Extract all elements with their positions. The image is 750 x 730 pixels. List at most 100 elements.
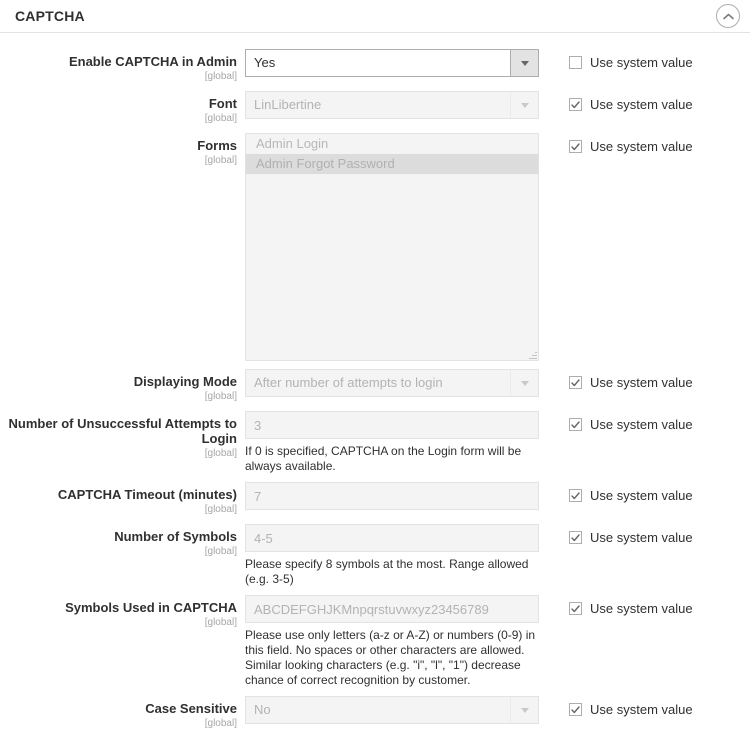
resize-handle-icon[interactable] (528, 350, 537, 359)
use-system-value-label: Use system value (590, 55, 693, 70)
select-value: After number of attempts to login (254, 375, 443, 390)
captcha-settings-section: CAPTCHA Enable CAPTCHA in Admin [global] Y… (0, 0, 750, 729)
use-system-value-toggle-4[interactable]: Use system value (569, 417, 693, 432)
field-label-col: Forms [global] (0, 133, 245, 167)
list-item: Admin Forgot Password (246, 154, 538, 174)
checkbox-icon[interactable] (569, 418, 582, 431)
checkbox-icon[interactable] (569, 602, 582, 615)
field-scope: [global] (204, 448, 237, 459)
use-system-value-col: Use system value (541, 91, 693, 112)
checkbox-icon[interactable] (569, 489, 582, 502)
field-label: Case Sensitive (145, 701, 237, 716)
field-label: Symbols Used in CAPTCHA (65, 600, 237, 615)
use-system-value-toggle-1[interactable]: Use system value (569, 97, 693, 112)
use-system-value-col: Use system value (541, 524, 693, 545)
text-input-6 (245, 524, 539, 552)
text-input-5 (245, 482, 539, 510)
checkbox-icon[interactable] (569, 56, 582, 69)
field-label: CAPTCHA Timeout (minutes) (57, 487, 237, 502)
field-row-2: Forms [global] Admin Login Admin Forgot Pas… (0, 133, 750, 361)
captcha-fieldset: Enable CAPTCHA in Admin [global] Yes Use sy… (0, 33, 750, 730)
field-label-col: Number of Unsuccessful Attempts to Login… (0, 411, 245, 460)
select-3: After number of attempts to login (245, 369, 539, 397)
field-control-col: LinLibertine (245, 91, 541, 119)
use-system-value-label: Use system value (590, 488, 693, 503)
use-system-value-label: Use system value (590, 139, 693, 154)
use-system-value-col: Use system value (541, 49, 693, 70)
use-system-value-toggle-6[interactable]: Use system value (569, 530, 693, 545)
chevron-down-icon (510, 370, 538, 396)
page-title: CAPTCHA (15, 8, 85, 24)
text-input-7 (245, 595, 539, 623)
use-system-value-toggle-3[interactable]: Use system value (569, 375, 693, 390)
field-label-col: Case Sensitive [global] (0, 696, 245, 730)
field-note: If 0 is specified, CAPTCHA on the Login … (245, 444, 522, 473)
field-row-0: Enable CAPTCHA in Admin [global] Yes Use sy… (0, 49, 750, 83)
field-control-col: Yes (245, 49, 541, 77)
chevron-down-icon[interactable] (510, 50, 538, 76)
select-0[interactable]: Yes (245, 49, 539, 77)
field-row-5: CAPTCHA Timeout (minutes) [global] Use sys… (0, 482, 750, 516)
field-label: Number of Symbols (114, 529, 237, 544)
field-scope: [global] (204, 546, 237, 557)
chevron-down-icon (510, 697, 538, 723)
select-value: Yes (254, 55, 276, 70)
field-label: Displaying Mode (133, 374, 237, 389)
select-8: No (245, 696, 539, 724)
field-scope: [global] (204, 391, 237, 402)
checkbox-icon[interactable] (569, 140, 582, 153)
field-row-1: Font [global] LinLibertine Use system value (0, 91, 750, 125)
use-system-value-col: Use system value (541, 595, 693, 616)
forms-multiselect: Admin Login Admin Forgot Password (245, 133, 539, 361)
field-label-col: Displaying Mode [global] (0, 369, 245, 403)
checkbox-icon[interactable] (569, 531, 582, 544)
use-system-value-label: Use system value (590, 97, 693, 112)
field-scope: [global] (204, 71, 237, 82)
section-header: CAPTCHA (0, 0, 750, 33)
field-scope: [global] (204, 617, 237, 628)
field-scope: [global] (204, 504, 237, 515)
select-value: LinLibertine (254, 97, 322, 112)
field-row-3: Displaying Mode [global] After number of a… (0, 369, 750, 403)
field-scope: [global] (204, 155, 237, 166)
field-scope: [global] (204, 113, 237, 124)
field-row-8: Case Sensitive [global] No Use system value (0, 696, 750, 730)
use-system-value-col: Use system value (541, 369, 693, 390)
use-system-value-label: Use system value (590, 375, 693, 390)
field-label: Forms (197, 138, 237, 153)
use-system-value-toggle-8[interactable]: Use system value (569, 702, 693, 717)
use-system-value-col: Use system value (541, 411, 693, 432)
use-system-value-toggle-7[interactable]: Use system value (569, 601, 693, 616)
field-row-7: Symbols Used in CAPTCHA [global] Please us… (0, 595, 750, 688)
chevron-up-circle-icon[interactable] (716, 4, 740, 28)
field-row-6: Number of Symbols [global] Please specify … (0, 524, 750, 587)
list-item: Admin Login (256, 136, 329, 151)
field-control-col: No (245, 696, 541, 724)
use-system-value-toggle-2[interactable]: Use system value (569, 139, 693, 154)
field-label-col: Symbols Used in CAPTCHA [global] (0, 595, 245, 629)
field-note: Please specify 8 symbols at the most. Ra… (245, 557, 529, 586)
field-label: Enable CAPTCHA in Admin (68, 54, 237, 69)
checkbox-icon[interactable] (569, 98, 582, 111)
field-label: Font (208, 96, 237, 111)
field-control-col: Please specify 8 symbols at the most. Ra… (245, 524, 541, 587)
use-system-value-col: Use system value (541, 133, 693, 154)
checkbox-icon[interactable] (569, 376, 582, 389)
field-control-col: Please use only letters (a-z or A-Z) or … (245, 595, 541, 688)
use-system-value-label: Use system value (590, 530, 693, 545)
use-system-value-label: Use system value (590, 601, 693, 616)
use-system-value-toggle-0[interactable]: Use system value (569, 55, 693, 70)
use-system-value-toggle-5[interactable]: Use system value (569, 488, 693, 503)
field-label-col: Number of Symbols [global] (0, 524, 245, 558)
use-system-value-label: Use system value (590, 417, 693, 432)
field-label-col: CAPTCHA Timeout (minutes) [global] (0, 482, 245, 516)
field-label: Number of Unsuccessful Attempts to Login (8, 416, 238, 446)
select-1: LinLibertine (245, 91, 539, 119)
field-control-col: Admin Login Admin Forgot Password (245, 133, 541, 361)
checkbox-icon[interactable] (569, 703, 582, 716)
field-label-col: Font [global] (0, 91, 245, 125)
use-system-value-col: Use system value (541, 482, 693, 503)
chevron-down-icon (510, 92, 538, 118)
select-value: No (254, 702, 271, 717)
field-note: Please use only letters (a-z or A-Z) or … (245, 628, 536, 687)
